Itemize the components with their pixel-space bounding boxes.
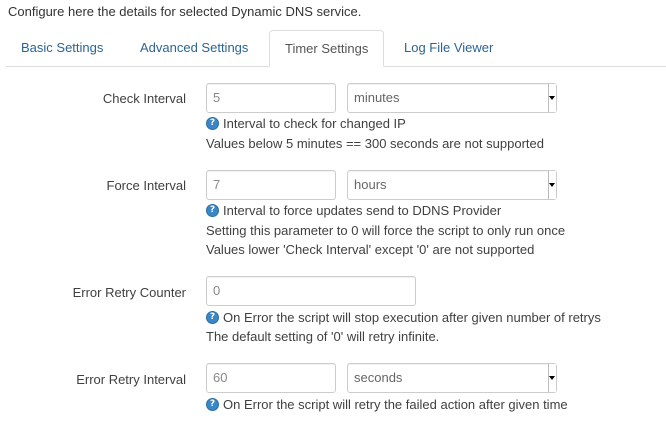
check-interval-note: Values below 5 minutes == 300 seconds ar…: [206, 136, 544, 151]
retry-interval-unit-value: seconds: [354, 370, 403, 385]
force-interval-unit-value: hours: [354, 177, 387, 192]
force-interval-help: Interval to force updates send to DDNS P…: [206, 203, 501, 218]
force-interval-note-1: Setting this parameter to 0 will force t…: [206, 223, 566, 238]
help-circle-icon: [206, 117, 219, 130]
retry-interval-label: Error Retry Interval: [76, 372, 186, 387]
check-interval-help: Interval to check for changed IP: [206, 116, 406, 131]
help-circle-icon: [206, 311, 219, 324]
help-circle-icon: [206, 204, 219, 217]
retry-interval-help: On Error the script will retry the faile…: [206, 397, 568, 412]
force-interval-input[interactable]: 7: [206, 170, 336, 200]
force-interval-unit-select[interactable]: hours: [347, 170, 557, 200]
tab-bar: Basic Settings Advanced Settings Timer S…: [6, 30, 666, 67]
retry-counter-note: The default setting of '0' will retry in…: [206, 329, 440, 344]
force-interval-label: Force Interval: [106, 178, 186, 193]
check-interval-help-text: Interval to check for changed IP: [223, 116, 406, 131]
force-interval-note-2: Values lower 'Check Interval' except '0'…: [206, 242, 535, 257]
retry-counter-label: Error Retry Counter: [72, 285, 186, 300]
chevron-down-icon: [548, 84, 556, 112]
tab-log-file-viewer[interactable]: Log File Viewer: [389, 30, 508, 65]
retry-interval-input[interactable]: 60: [206, 363, 336, 393]
page-description: Configure here the details for selected …: [8, 4, 362, 19]
retry-interval-unit-select[interactable]: seconds: [347, 363, 557, 393]
check-interval-unit-value: minutes: [354, 90, 400, 105]
help-circle-icon: [206, 398, 219, 411]
tab-timer-settings[interactable]: Timer Settings: [269, 30, 385, 67]
retry-interval-help-text: On Error the script will retry the faile…: [223, 397, 568, 412]
chevron-down-icon: [548, 171, 556, 199]
check-interval-input[interactable]: 5: [206, 83, 336, 113]
retry-counter-help-text: On Error the script will stop execution …: [223, 310, 601, 325]
check-interval-unit-select[interactable]: minutes: [347, 83, 557, 113]
check-interval-label: Check Interval: [102, 91, 186, 106]
tab-advanced-settings[interactable]: Advanced Settings: [125, 30, 263, 65]
retry-counter-help: On Error the script will stop execution …: [206, 310, 601, 325]
force-interval-help-text: Interval to force updates send to DDNS P…: [223, 203, 502, 218]
retry-counter-input[interactable]: 0: [206, 276, 416, 306]
tab-basic-settings[interactable]: Basic Settings: [6, 30, 118, 65]
chevron-down-icon: [548, 364, 556, 392]
